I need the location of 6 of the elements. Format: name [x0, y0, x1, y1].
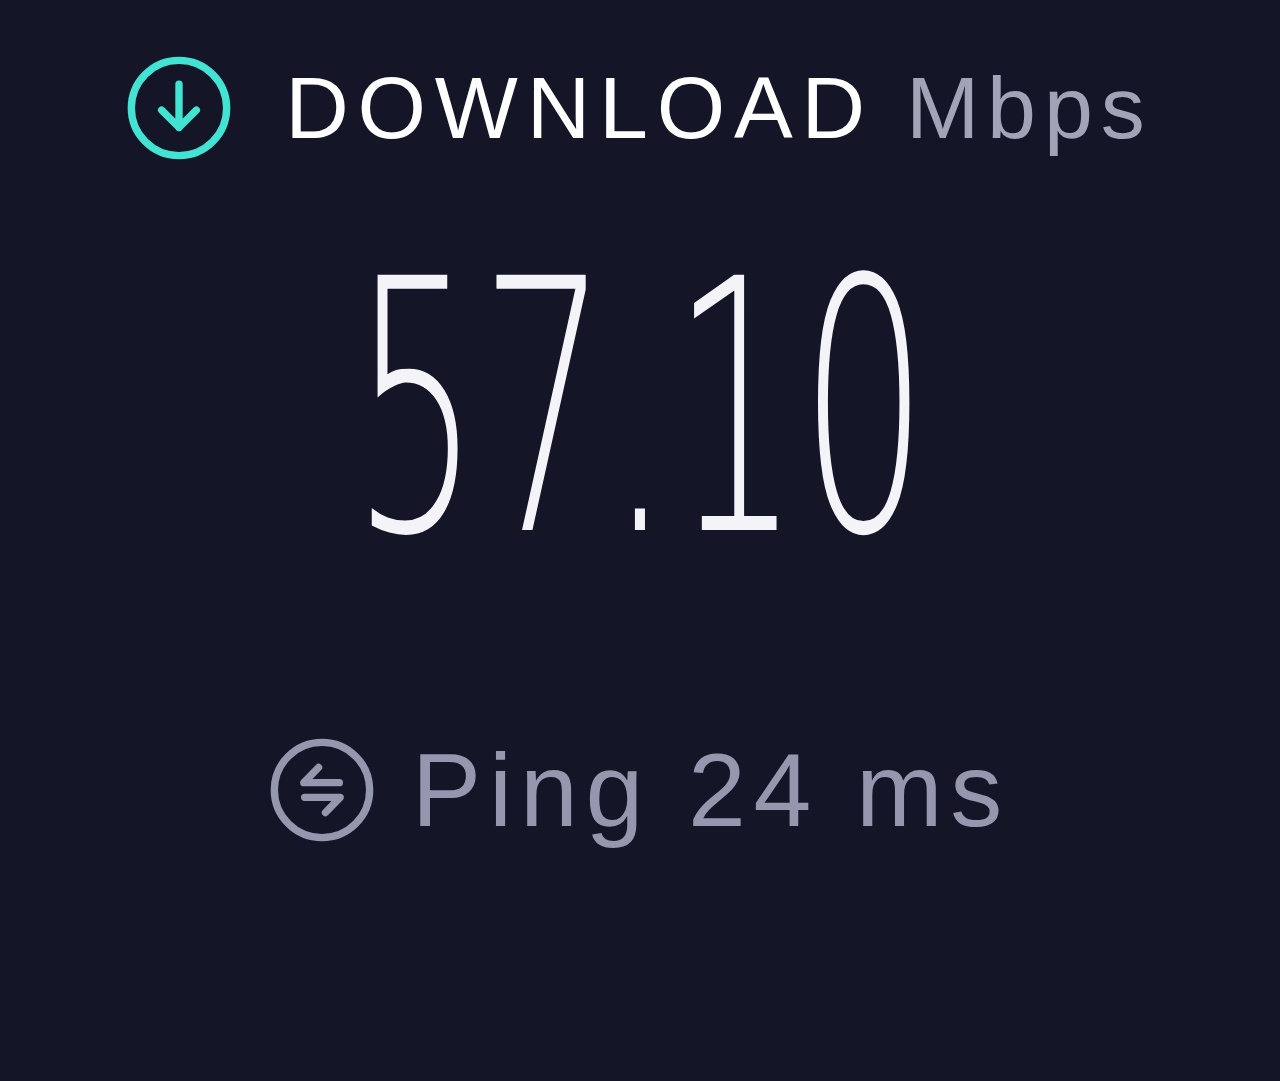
download-icon [127, 55, 232, 160]
swap-arrows-icon [269, 738, 374, 842]
ping-text: Ping 24 ms [411, 730, 1011, 850]
unit-label: Mbps [905, 57, 1153, 159]
header-title: DOWNLOAD [285, 57, 874, 159]
speed-value: 57.10 [351, 203, 929, 615]
